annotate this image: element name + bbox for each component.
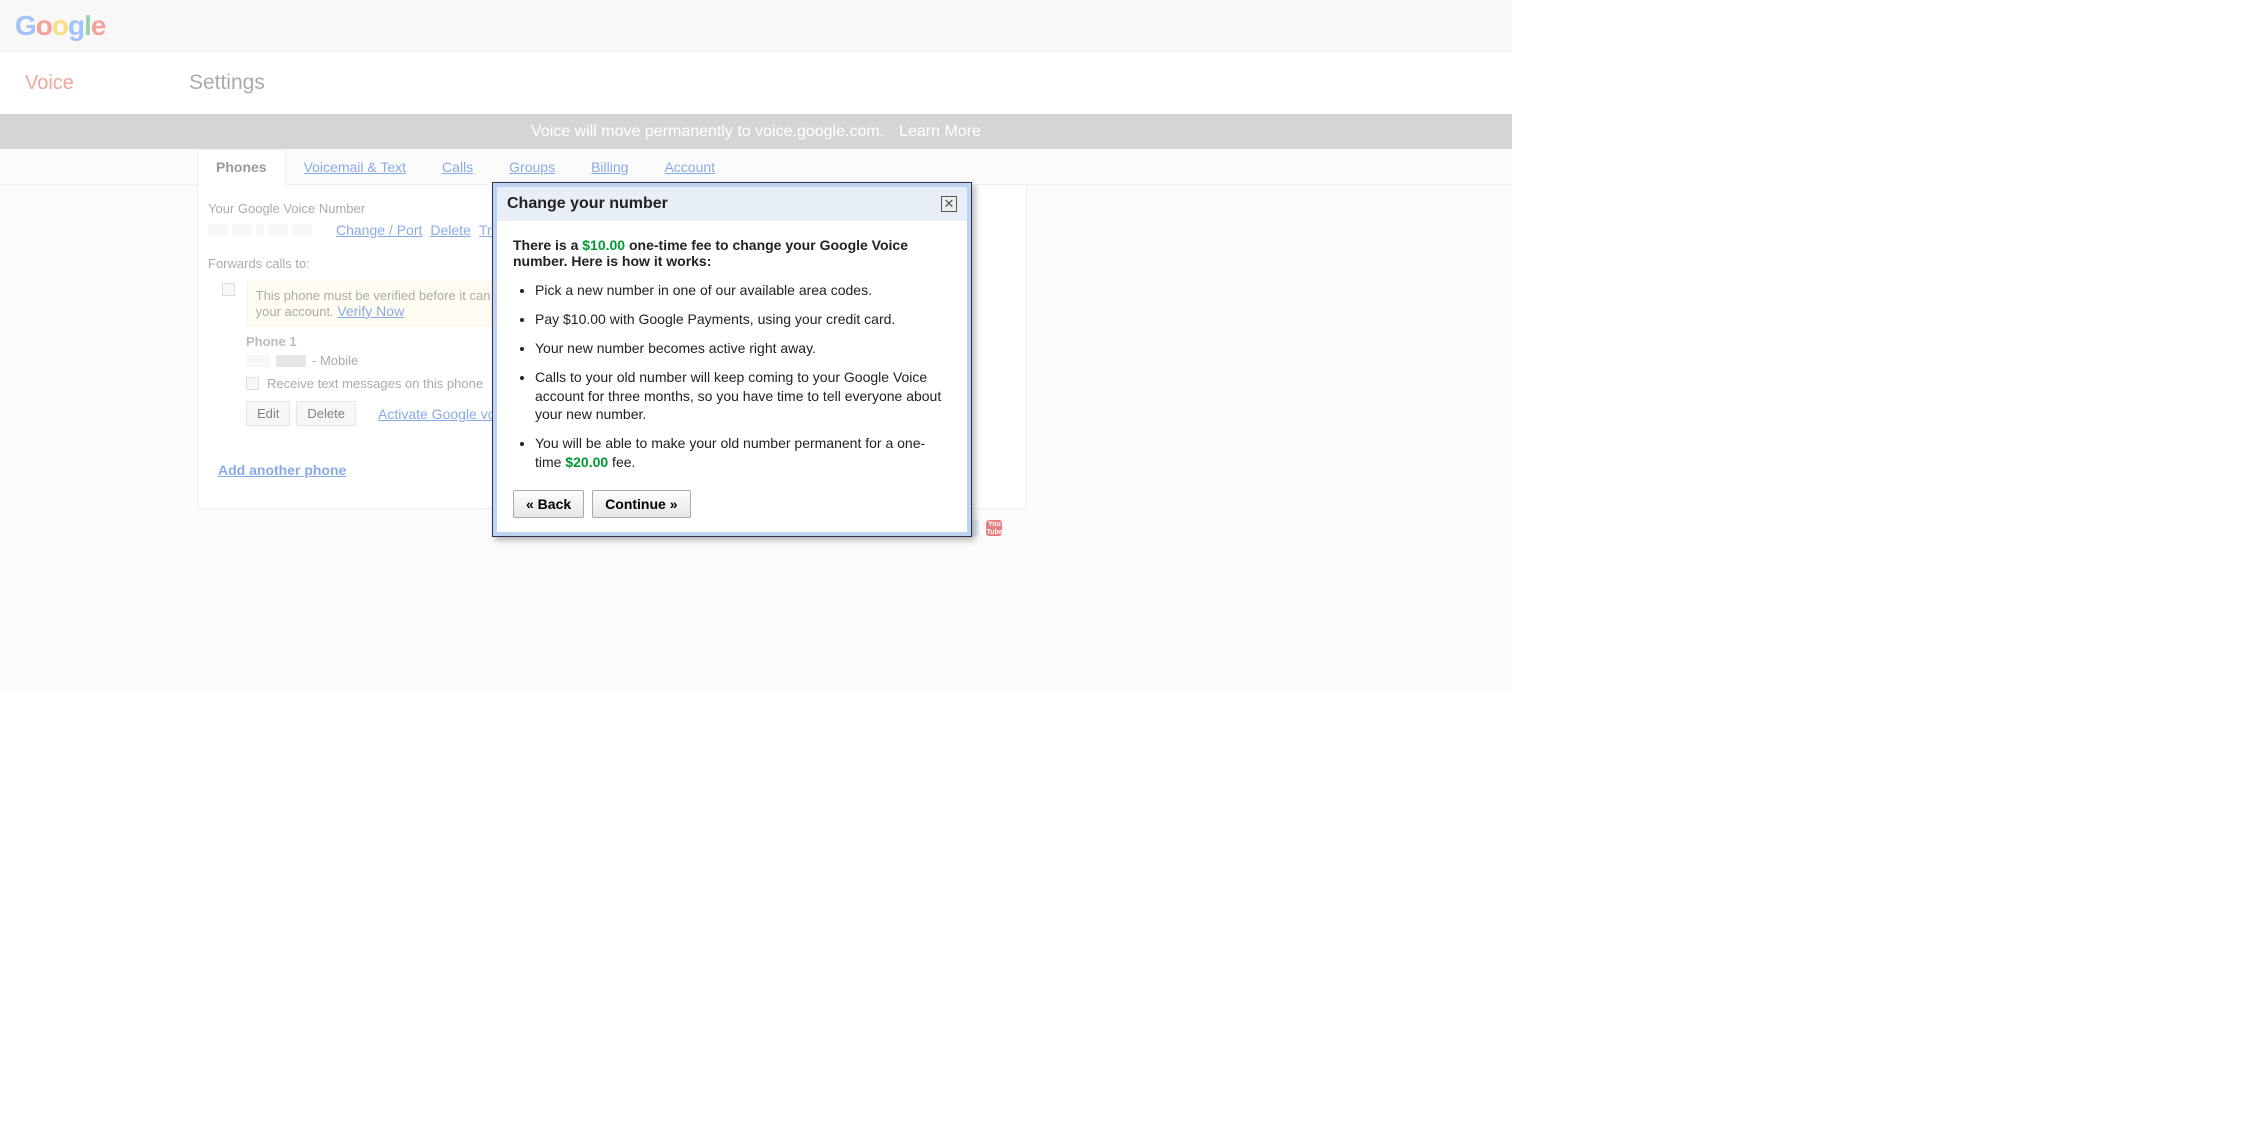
tab-billing[interactable]: Billing xyxy=(573,150,646,184)
list-item: Your new number becomes active right awa… xyxy=(535,339,951,358)
learn-more-link[interactable]: Learn More xyxy=(899,123,981,141)
receive-sms-checkbox[interactable] xyxy=(246,377,259,390)
dialog-buttons: « Back Continue » xyxy=(513,490,951,518)
close-icon[interactable]: ✕ xyxy=(941,196,957,212)
banner-message: Voice will move permanently to voice.goo… xyxy=(531,123,884,141)
continue-button[interactable]: Continue » xyxy=(592,490,690,518)
tabs: Phones Voicemail & Text Calls Groups Bil… xyxy=(0,149,1512,185)
dialog-body: There is a $10.00 one-time fee to change… xyxy=(493,221,971,536)
redacted xyxy=(276,355,306,367)
edit-phone-button[interactable]: Edit xyxy=(246,401,290,426)
list-item: You will be able to make your old number… xyxy=(535,434,951,472)
delete-phone-button[interactable]: Delete xyxy=(296,401,356,426)
add-another-phone-link[interactable]: Add another phone xyxy=(218,462,346,478)
tab-calls[interactable]: Calls xyxy=(424,150,491,184)
list-item: Pay $10.00 with Google Payments, using y… xyxy=(535,310,951,329)
title-row: Voice Settings xyxy=(0,52,1512,114)
tab-account[interactable]: Account xyxy=(646,150,733,184)
delete-number-link[interactable]: Delete xyxy=(430,222,470,238)
tab-phones[interactable]: Phones xyxy=(197,149,286,185)
redacted-number xyxy=(208,224,312,236)
youtube-icon[interactable]: YouTube xyxy=(986,520,1002,536)
voice-link[interactable]: Voice xyxy=(25,72,74,95)
top-bar: Google xyxy=(0,0,1512,52)
dialog-header: Change your number ✕ xyxy=(493,183,971,221)
change-number-dialog: Change your number ✕ There is a $10.00 o… xyxy=(492,182,972,537)
list-item: Calls to your old number will keep comin… xyxy=(535,368,951,425)
tab-voicemail-text[interactable]: Voicemail & Text xyxy=(286,150,424,184)
dialog-title: Change your number xyxy=(507,195,668,213)
list-item: Pick a new number in one of our availabl… xyxy=(535,281,951,300)
tab-groups[interactable]: Groups xyxy=(491,150,573,184)
redacted xyxy=(246,355,270,367)
verify-now-link[interactable]: Verify Now xyxy=(337,303,404,319)
change-port-link[interactable]: Change / Port xyxy=(336,222,422,238)
steps-list: Pick a new number in one of our availabl… xyxy=(535,281,951,472)
google-logo[interactable]: Google xyxy=(15,10,105,42)
dialog-intro: There is a $10.00 one-time fee to change… xyxy=(513,237,951,269)
migration-banner: Voice will move permanently to voice.goo… xyxy=(0,114,1512,149)
page-title: Settings xyxy=(189,71,265,95)
phone-checkbox[interactable] xyxy=(222,283,235,296)
back-button[interactable]: « Back xyxy=(513,490,584,518)
